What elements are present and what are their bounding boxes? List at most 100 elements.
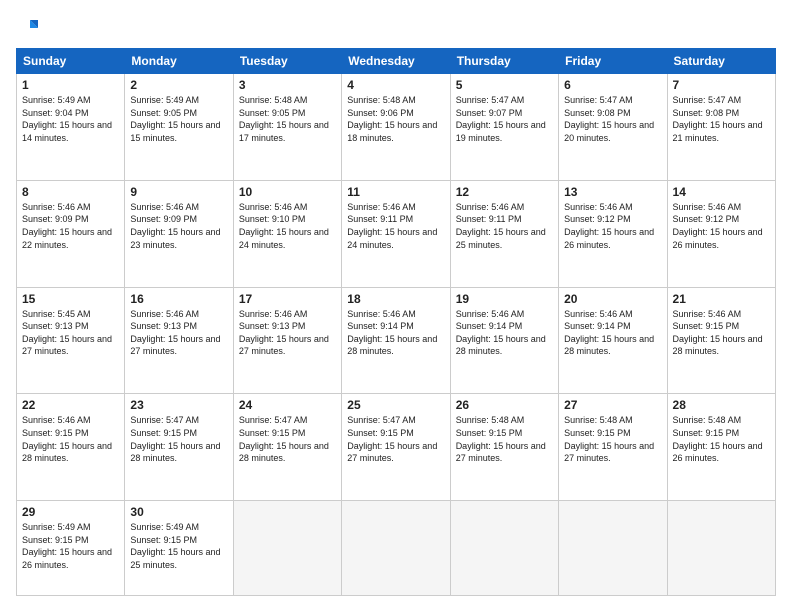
weekday-header-thursday: Thursday <box>450 49 558 74</box>
calendar-cell: 29 Sunrise: 5:49 AMSunset: 9:15 PMDaylig… <box>17 501 125 596</box>
calendar-cell <box>233 501 341 596</box>
day-info: Sunrise: 5:46 AMSunset: 9:12 PMDaylight:… <box>673 201 770 251</box>
day-number: 7 <box>673 78 770 92</box>
calendar-cell: 25 Sunrise: 5:47 AMSunset: 9:15 PMDaylig… <box>342 394 450 501</box>
calendar-cell: 12 Sunrise: 5:46 AMSunset: 9:11 PMDaylig… <box>450 180 558 287</box>
day-info: Sunrise: 5:46 AMSunset: 9:12 PMDaylight:… <box>564 201 661 251</box>
day-info: Sunrise: 5:46 AMSunset: 9:13 PMDaylight:… <box>130 308 227 358</box>
day-number: 16 <box>130 292 227 306</box>
weekday-header-tuesday: Tuesday <box>233 49 341 74</box>
day-info: Sunrise: 5:48 AMSunset: 9:05 PMDaylight:… <box>239 94 336 144</box>
day-number: 26 <box>456 398 553 412</box>
day-number: 1 <box>22 78 119 92</box>
day-info: Sunrise: 5:49 AMSunset: 9:15 PMDaylight:… <box>22 521 119 571</box>
day-number: 15 <box>22 292 119 306</box>
calendar-page: SundayMondayTuesdayWednesdayThursdayFrid… <box>0 0 792 612</box>
calendar-row-2: 8 Sunrise: 5:46 AMSunset: 9:09 PMDayligh… <box>17 180 776 287</box>
calendar-cell: 9 Sunrise: 5:46 AMSunset: 9:09 PMDayligh… <box>125 180 233 287</box>
day-info: Sunrise: 5:46 AMSunset: 9:11 PMDaylight:… <box>456 201 553 251</box>
day-info: Sunrise: 5:46 AMSunset: 9:11 PMDaylight:… <box>347 201 444 251</box>
day-info: Sunrise: 5:47 AMSunset: 9:08 PMDaylight:… <box>564 94 661 144</box>
day-info: Sunrise: 5:45 AMSunset: 9:13 PMDaylight:… <box>22 308 119 358</box>
logo-icon <box>16 16 38 38</box>
calendar-cell: 18 Sunrise: 5:46 AMSunset: 9:14 PMDaylig… <box>342 287 450 394</box>
calendar-cell: 3 Sunrise: 5:48 AMSunset: 9:05 PMDayligh… <box>233 74 341 181</box>
calendar-cell: 8 Sunrise: 5:46 AMSunset: 9:09 PMDayligh… <box>17 180 125 287</box>
calendar-row-4: 22 Sunrise: 5:46 AMSunset: 9:15 PMDaylig… <box>17 394 776 501</box>
day-info: Sunrise: 5:47 AMSunset: 9:15 PMDaylight:… <box>347 414 444 464</box>
day-info: Sunrise: 5:46 AMSunset: 9:10 PMDaylight:… <box>239 201 336 251</box>
day-info: Sunrise: 5:46 AMSunset: 9:14 PMDaylight:… <box>347 308 444 358</box>
calendar-cell: 27 Sunrise: 5:48 AMSunset: 9:15 PMDaylig… <box>559 394 667 501</box>
day-number: 20 <box>564 292 661 306</box>
day-info: Sunrise: 5:46 AMSunset: 9:14 PMDaylight:… <box>456 308 553 358</box>
calendar-cell: 10 Sunrise: 5:46 AMSunset: 9:10 PMDaylig… <box>233 180 341 287</box>
day-number: 6 <box>564 78 661 92</box>
day-info: Sunrise: 5:48 AMSunset: 9:15 PMDaylight:… <box>673 414 770 464</box>
day-number: 18 <box>347 292 444 306</box>
day-info: Sunrise: 5:46 AMSunset: 9:13 PMDaylight:… <box>239 308 336 358</box>
day-number: 23 <box>130 398 227 412</box>
day-number: 22 <box>22 398 119 412</box>
calendar-cell: 4 Sunrise: 5:48 AMSunset: 9:06 PMDayligh… <box>342 74 450 181</box>
calendar-cell: 19 Sunrise: 5:46 AMSunset: 9:14 PMDaylig… <box>450 287 558 394</box>
weekday-header-wednesday: Wednesday <box>342 49 450 74</box>
calendar-cell <box>667 501 775 596</box>
day-info: Sunrise: 5:46 AMSunset: 9:15 PMDaylight:… <box>22 414 119 464</box>
calendar-cell: 11 Sunrise: 5:46 AMSunset: 9:11 PMDaylig… <box>342 180 450 287</box>
calendar-table: SundayMondayTuesdayWednesdayThursdayFrid… <box>16 48 776 596</box>
day-number: 8 <box>22 185 119 199</box>
calendar-cell: 15 Sunrise: 5:45 AMSunset: 9:13 PMDaylig… <box>17 287 125 394</box>
day-info: Sunrise: 5:48 AMSunset: 9:06 PMDaylight:… <box>347 94 444 144</box>
calendar-cell: 20 Sunrise: 5:46 AMSunset: 9:14 PMDaylig… <box>559 287 667 394</box>
day-number: 21 <box>673 292 770 306</box>
calendar-cell: 23 Sunrise: 5:47 AMSunset: 9:15 PMDaylig… <box>125 394 233 501</box>
day-info: Sunrise: 5:46 AMSunset: 9:09 PMDaylight:… <box>130 201 227 251</box>
day-info: Sunrise: 5:48 AMSunset: 9:15 PMDaylight:… <box>456 414 553 464</box>
calendar-cell: 6 Sunrise: 5:47 AMSunset: 9:08 PMDayligh… <box>559 74 667 181</box>
day-info: Sunrise: 5:47 AMSunset: 9:07 PMDaylight:… <box>456 94 553 144</box>
logo <box>16 16 42 38</box>
day-info: Sunrise: 5:47 AMSunset: 9:15 PMDaylight:… <box>130 414 227 464</box>
day-number: 5 <box>456 78 553 92</box>
day-number: 2 <box>130 78 227 92</box>
calendar-cell <box>559 501 667 596</box>
day-info: Sunrise: 5:48 AMSunset: 9:15 PMDaylight:… <box>564 414 661 464</box>
calendar-cell: 22 Sunrise: 5:46 AMSunset: 9:15 PMDaylig… <box>17 394 125 501</box>
weekday-header-saturday: Saturday <box>667 49 775 74</box>
calendar-cell: 13 Sunrise: 5:46 AMSunset: 9:12 PMDaylig… <box>559 180 667 287</box>
calendar-cell: 7 Sunrise: 5:47 AMSunset: 9:08 PMDayligh… <box>667 74 775 181</box>
day-number: 30 <box>130 505 227 519</box>
calendar-cell <box>450 501 558 596</box>
day-number: 12 <box>456 185 553 199</box>
weekday-header-row: SundayMondayTuesdayWednesdayThursdayFrid… <box>17 49 776 74</box>
day-number: 29 <box>22 505 119 519</box>
header <box>16 16 776 38</box>
calendar-row-5: 29 Sunrise: 5:49 AMSunset: 9:15 PMDaylig… <box>17 501 776 596</box>
day-number: 14 <box>673 185 770 199</box>
day-number: 9 <box>130 185 227 199</box>
calendar-cell: 2 Sunrise: 5:49 AMSunset: 9:05 PMDayligh… <box>125 74 233 181</box>
weekday-header-monday: Monday <box>125 49 233 74</box>
weekday-header-friday: Friday <box>559 49 667 74</box>
day-info: Sunrise: 5:49 AMSunset: 9:04 PMDaylight:… <box>22 94 119 144</box>
day-number: 27 <box>564 398 661 412</box>
day-info: Sunrise: 5:47 AMSunset: 9:08 PMDaylight:… <box>673 94 770 144</box>
day-info: Sunrise: 5:46 AMSunset: 9:15 PMDaylight:… <box>673 308 770 358</box>
day-number: 17 <box>239 292 336 306</box>
calendar-cell: 21 Sunrise: 5:46 AMSunset: 9:15 PMDaylig… <box>667 287 775 394</box>
calendar-row-3: 15 Sunrise: 5:45 AMSunset: 9:13 PMDaylig… <box>17 287 776 394</box>
calendar-cell: 17 Sunrise: 5:46 AMSunset: 9:13 PMDaylig… <box>233 287 341 394</box>
day-number: 3 <box>239 78 336 92</box>
calendar-cell: 26 Sunrise: 5:48 AMSunset: 9:15 PMDaylig… <box>450 394 558 501</box>
day-info: Sunrise: 5:46 AMSunset: 9:09 PMDaylight:… <box>22 201 119 251</box>
day-number: 25 <box>347 398 444 412</box>
day-number: 13 <box>564 185 661 199</box>
calendar-cell: 14 Sunrise: 5:46 AMSunset: 9:12 PMDaylig… <box>667 180 775 287</box>
calendar-cell: 5 Sunrise: 5:47 AMSunset: 9:07 PMDayligh… <box>450 74 558 181</box>
calendar-cell: 16 Sunrise: 5:46 AMSunset: 9:13 PMDaylig… <box>125 287 233 394</box>
day-number: 19 <box>456 292 553 306</box>
day-info: Sunrise: 5:46 AMSunset: 9:14 PMDaylight:… <box>564 308 661 358</box>
day-info: Sunrise: 5:47 AMSunset: 9:15 PMDaylight:… <box>239 414 336 464</box>
calendar-cell: 30 Sunrise: 5:49 AMSunset: 9:15 PMDaylig… <box>125 501 233 596</box>
